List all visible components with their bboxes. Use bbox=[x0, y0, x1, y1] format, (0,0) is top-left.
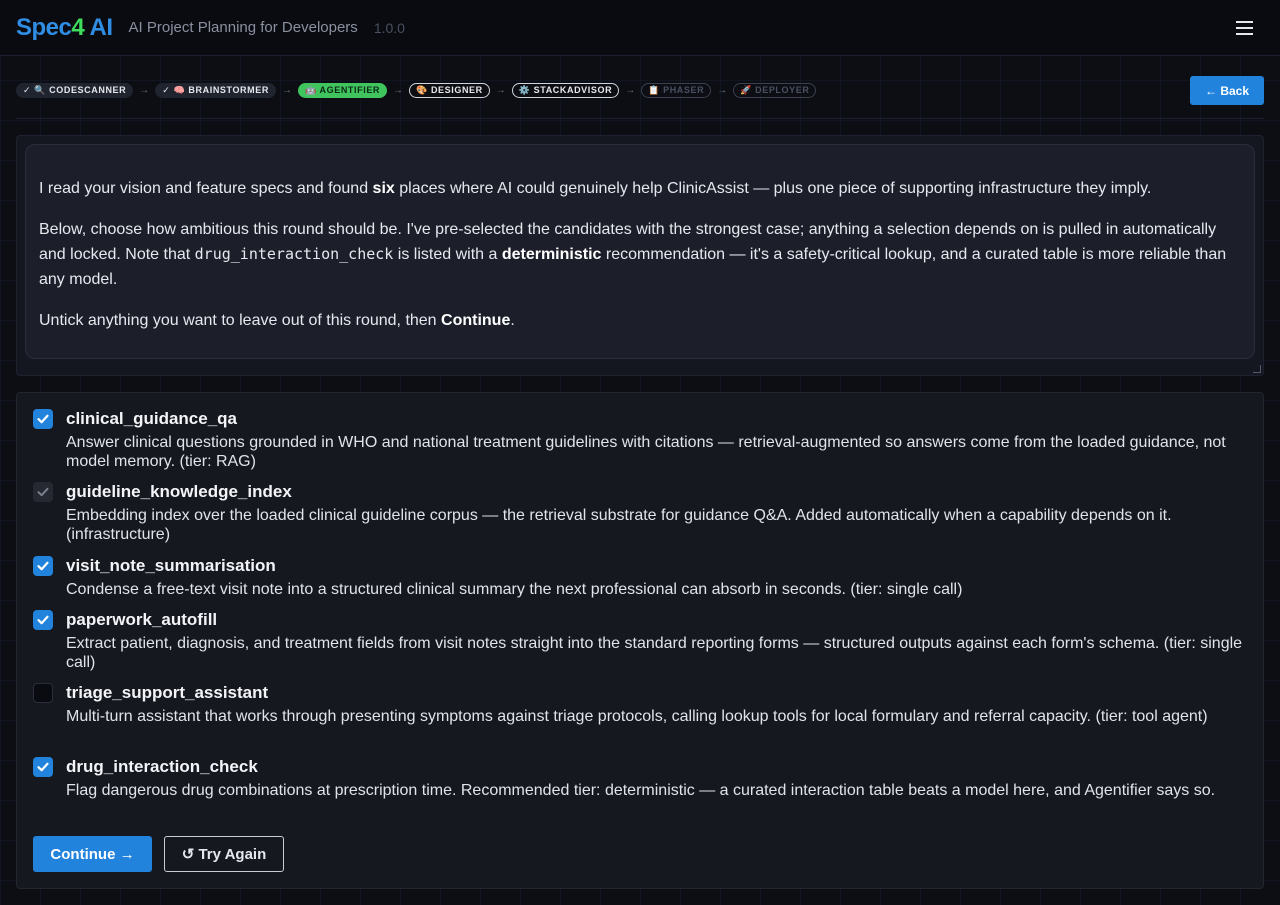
capability-title: drug_interaction_check bbox=[66, 757, 258, 776]
try-again-button[interactable]: ↺ Try Again bbox=[164, 836, 284, 872]
check-icon bbox=[37, 414, 49, 424]
app-logo[interactable]: Spec4 AI bbox=[16, 14, 113, 42]
step-arrow: → bbox=[139, 85, 150, 96]
capability-title: clinical_guidance_qa bbox=[66, 409, 238, 428]
logo-text-ai: AI bbox=[84, 13, 114, 41]
hamburger-menu-icon[interactable] bbox=[1232, 15, 1258, 41]
top-bar: Spec4 AI AI Project Planning for Develop… bbox=[0, 0, 1280, 56]
app-version: 1.0.0 bbox=[373, 19, 405, 36]
check-icon bbox=[37, 487, 49, 497]
capability-title: guideline_knowledge_index bbox=[66, 482, 292, 501]
app-tagline: AI Project Planning for Developers bbox=[128, 19, 358, 36]
step-codescanner[interactable]: ✓ 🔍 CODESCANNER bbox=[16, 83, 134, 98]
capability-title: triage_support_assistant bbox=[66, 683, 269, 702]
step-arrow: → bbox=[281, 85, 292, 96]
logo-text-4: 4 bbox=[71, 13, 85, 41]
check-icon bbox=[37, 561, 49, 571]
intro-paragraph-2: Below, choose how ambitious this round s… bbox=[39, 221, 1227, 288]
logo-text-spec: Spec bbox=[16, 13, 72, 41]
pipeline-steps: ✓ 🔍 CODESCANNER → ✓ 🧠 BRAINSTORMER → 🤖 A… bbox=[16, 83, 817, 98]
resize-grip-icon[interactable] bbox=[1253, 365, 1261, 373]
step-arrow: → bbox=[495, 85, 506, 96]
pipeline-stepper: ✓ 🔍 CODESCANNER → ✓ 🧠 BRAINSTORMER → 🤖 A… bbox=[16, 76, 1264, 119]
continue-button[interactable]: Continue → bbox=[33, 836, 152, 872]
capability-description: Flag dangerous drug combinations at pres… bbox=[66, 782, 1216, 799]
capability-checkbox[interactable] bbox=[33, 556, 53, 576]
capability-checkbox[interactable] bbox=[33, 610, 53, 630]
step-agentifier[interactable]: 🤖 AGENTIFIER bbox=[297, 83, 388, 98]
agent-message-panel: I read your vision and feature specs and… bbox=[16, 135, 1264, 376]
step-stackadvisor[interactable]: ⚙️ STACKADVISOR bbox=[511, 83, 620, 98]
capability-selection-panel: clinical_guidance_qa Answer clinical que… bbox=[16, 392, 1264, 889]
capability-checkbox[interactable] bbox=[33, 409, 53, 429]
intro-paragraph-1: I read your vision and feature specs and… bbox=[39, 180, 1152, 197]
capability-checkbox[interactable] bbox=[33, 757, 53, 777]
step-deployer: 🚀 DEPLOYER bbox=[733, 83, 817, 98]
capability-description: Condense a free-text visit note into a s… bbox=[66, 581, 963, 598]
capability-description: Embedding index over the loaded clinical… bbox=[66, 507, 1172, 543]
capability-description: Multi-turn assistant that works through … bbox=[66, 708, 1208, 725]
step-arrow: → bbox=[717, 85, 728, 96]
step-arrow: → bbox=[625, 85, 636, 96]
action-buttons: Continue → ↺ Try Again bbox=[33, 836, 284, 872]
capability-title: paperwork_autofill bbox=[66, 610, 218, 629]
intro-paragraph-3: Untick anything you want to leave out of… bbox=[39, 312, 515, 329]
check-icon bbox=[37, 762, 49, 772]
check-icon bbox=[37, 615, 49, 625]
capability-description: Extract patient, diagnosis, and treatmen… bbox=[66, 635, 1243, 671]
step-designer[interactable]: 🎨 DESIGNER bbox=[409, 83, 490, 98]
step-phaser: 📋 PHASER bbox=[641, 83, 712, 98]
back-button[interactable]: ← Back bbox=[1190, 76, 1264, 105]
step-brainstormer[interactable]: ✓ 🧠 BRAINSTORMER bbox=[155, 83, 276, 98]
capability-description: Answer clinical questions grounded in WH… bbox=[66, 434, 1226, 470]
capability-title: visit_note_summarisation bbox=[66, 556, 276, 575]
capability-checkbox-locked bbox=[33, 482, 53, 502]
agent-message: I read your vision and feature specs and… bbox=[25, 144, 1255, 359]
capability-checkbox[interactable] bbox=[33, 683, 53, 703]
step-arrow: → bbox=[393, 85, 404, 96]
